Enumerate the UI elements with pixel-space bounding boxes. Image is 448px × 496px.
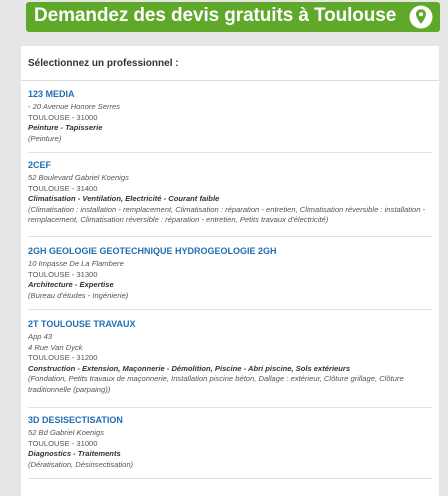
divider: [28, 407, 432, 408]
professional-name-link[interactable]: 3D DESISECTISATION: [28, 415, 432, 426]
professional-address: 10 Impasse De La Flambere: [28, 259, 124, 268]
professional-services: (Peinture): [28, 133, 62, 143]
professional-address: 4 Rue Van Dyck: [28, 342, 83, 352]
professional-city: TOULOUSE - 31000: [28, 112, 98, 122]
professional-trades: Construction - Extension, Maçonnerie - D…: [28, 363, 351, 373]
professional-services: (Climatisation : installation - remplace…: [28, 204, 426, 225]
professional-item: 2GH GEOLOGIE GEOTECHNIQUE HYDROGEOLOGIE …: [28, 246, 432, 301]
professional-item: 2T TOULOUSE TRAVAUX App 43 4 Rue Van Dyc…: [28, 319, 432, 395]
professional-name-link[interactable]: 2T TOULOUSE TRAVAUX: [28, 319, 432, 330]
professional-name-link[interactable]: 2GH GEOLOGIE GEOTECHNIQUE HYDROGEOLOGIE …: [28, 246, 432, 257]
professional-list-panel: Sélectionnez un professionnel : 123 MEDI…: [21, 46, 439, 496]
professional-trades: Diagnostics - Traitements: [28, 449, 121, 458]
professional-trades: Architecture - Expertise: [28, 280, 114, 289]
professional-services: (Bureau d'études - Ingénierie): [28, 290, 129, 300]
professional-trades: Climatisation - Ventilation, Electricité…: [28, 194, 220, 203]
divider: [28, 236, 432, 237]
professional-name-link[interactable]: 2CEF: [28, 160, 432, 171]
professional-address: App 43: [28, 332, 53, 341]
professional-item: 123 MEDIA - 20 Avenue Honore Serres TOUL…: [28, 89, 432, 144]
professional-address: 52 Bd Gabriel Koenigs: [28, 428, 104, 437]
professional-services: (Dératisation, Désinsectisation): [28, 459, 134, 469]
divider: [28, 478, 432, 479]
professional-trades: Peinture - Tapisserie: [28, 123, 103, 132]
panel-heading: Sélectionnez un professionnel :: [28, 58, 179, 69]
divider: [28, 309, 432, 310]
professional-city: TOULOUSE - 31200: [28, 353, 98, 362]
banner-title: Demandez des devis gratuits à Toulouse: [34, 5, 397, 26]
map-pin-icon: [409, 5, 433, 29]
professional-item: 3D DESISECTISATION 52 Bd Gabriel Koenigs…: [28, 415, 432, 470]
professional-address: - 20 Avenue Honore Serres: [28, 102, 121, 111]
professional-city: TOULOUSE - 31400: [28, 183, 98, 193]
professional-services: (Fondation, Petits travaux de maçonnerie…: [28, 374, 404, 394]
professional-name-link[interactable]: 123 MEDIA: [28, 89, 432, 100]
professional-item: 2CEF 52 Boulevard Gabriel Koenigs TOULOU…: [28, 160, 432, 226]
divider: [28, 152, 432, 153]
professional-address: 52 Boulevard Gabriel Koenigs: [28, 173, 129, 182]
quote-request-banner: Demandez des devis gratuits à Toulouse: [26, 2, 440, 32]
divider: [21, 80, 439, 81]
professional-city: TOULOUSE - 31000: [28, 438, 98, 448]
professional-city: TOULOUSE - 31300: [28, 269, 98, 279]
